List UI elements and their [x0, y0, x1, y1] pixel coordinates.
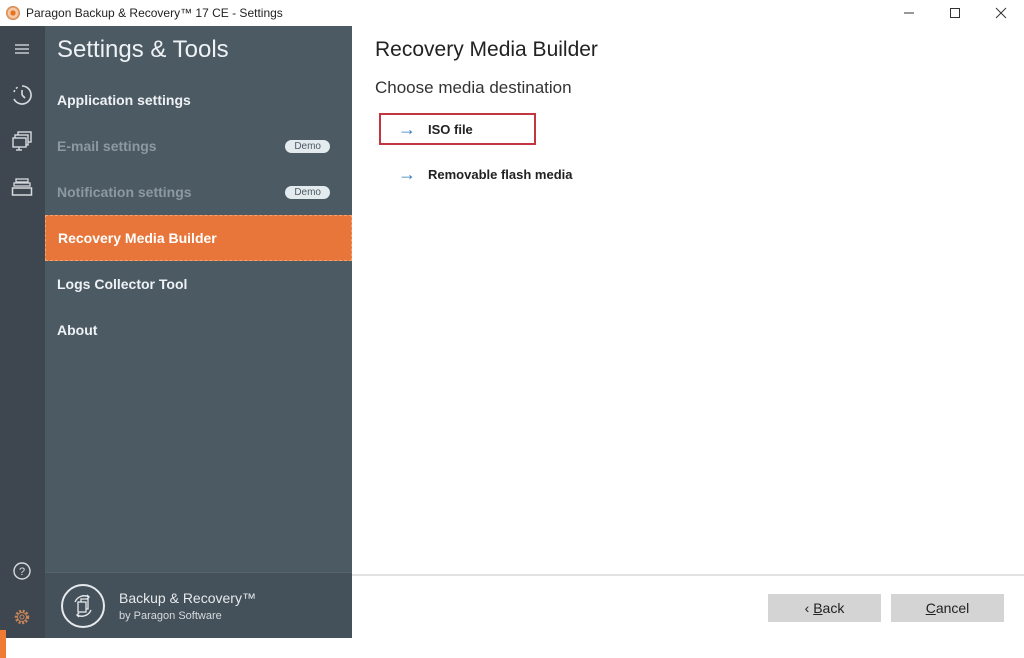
backup-recovery-logo-icon: [74, 594, 92, 617]
maximize-button[interactable]: [932, 0, 978, 26]
drive-icon: [11, 178, 33, 196]
app-logo-icon: [6, 6, 20, 20]
sidebar-item-label: Recovery Media Builder: [58, 230, 217, 246]
back-label: ack: [822, 600, 845, 616]
sidebar-item-recovery-media-builder[interactable]: Recovery Media Builder: [45, 215, 352, 261]
sidebar-item-label: About: [57, 322, 98, 338]
backup-history-button[interactable]: [10, 83, 34, 107]
close-button[interactable]: [978, 0, 1024, 26]
storage-button[interactable]: [10, 175, 34, 199]
help-button[interactable]: ?: [10, 559, 34, 583]
window-title: Paragon Backup & Recovery™ 17 CE - Setti…: [26, 6, 283, 20]
page-title: Recovery Media Builder: [375, 38, 598, 61]
back-button[interactable]: ‹ Back: [768, 594, 881, 622]
navigation-rail: ?: [0, 26, 45, 658]
product-logo: [61, 583, 105, 628]
help-icon: ?: [13, 562, 31, 580]
minimize-button[interactable]: [886, 0, 932, 26]
back-mnemonic: B: [813, 600, 823, 616]
sidebar-item-email-settings[interactable]: E-mail settings Demo: [45, 123, 352, 169]
option-removable-flash-media[interactable]: → Removable flash media: [379, 158, 573, 190]
menu-icon: [15, 44, 29, 54]
page-subtitle: Choose media destination: [375, 78, 572, 97]
option-label: ISO file: [428, 121, 473, 137]
settings-sidebar: Settings & Tools Application settings E-…: [45, 26, 352, 638]
active-indicator: [0, 630, 6, 658]
maximize-icon: [950, 8, 960, 18]
main-panel: Recovery Media Builder Choose media dest…: [352, 26, 1024, 638]
sidebar-item-notification-settings[interactable]: Notification settings Demo: [45, 169, 352, 215]
vendor-name: by Paragon Software: [119, 609, 222, 622]
product-footer: Backup & Recovery™ by Paragon Software: [45, 572, 352, 638]
sidebar-item-logs-collector-tool[interactable]: Logs Collector Tool: [45, 261, 352, 307]
back-chevron: ‹: [804, 600, 814, 616]
arrow-right-icon: →: [398, 163, 416, 184]
sidebar-title: Settings & Tools: [57, 36, 229, 63]
settings-button[interactable]: [10, 605, 34, 629]
cancel-label: ancel: [935, 600, 970, 616]
cancel-mnemonic: C: [925, 600, 936, 616]
cancel-button[interactable]: Cancel: [891, 594, 1004, 622]
footer-divider: [352, 574, 1024, 576]
sidebar-item-label: E-mail settings: [57, 138, 157, 154]
arrow-right-icon: →: [398, 118, 416, 139]
svg-text:?: ?: [19, 566, 25, 578]
title-bar: Paragon Backup & Recovery™ 17 CE - Setti…: [0, 0, 1024, 26]
minimize-icon: [904, 12, 914, 14]
product-name: Backup & Recovery™: [119, 589, 256, 606]
sidebar-item-label: Application settings: [57, 92, 191, 108]
settings-icon: [14, 609, 30, 625]
sidebar-item-label: Logs Collector Tool: [57, 276, 188, 292]
sidebar-item-application-settings[interactable]: Application settings: [45, 77, 352, 123]
sidebar-item-about[interactable]: About: [45, 307, 352, 353]
monitors-icon: [12, 131, 32, 151]
demo-badge: Demo: [285, 185, 330, 199]
demo-badge: Demo: [285, 139, 330, 153]
option-iso-file[interactable]: → ISO file: [379, 113, 536, 145]
history-icon: [13, 85, 32, 105]
sidebar-item-label: Notification settings: [57, 184, 192, 200]
close-icon: [995, 7, 1007, 19]
option-label: Removable flash media: [428, 166, 573, 182]
menu-button[interactable]: [10, 37, 34, 61]
computers-button[interactable]: [10, 129, 34, 153]
window-controls: [886, 0, 1024, 26]
